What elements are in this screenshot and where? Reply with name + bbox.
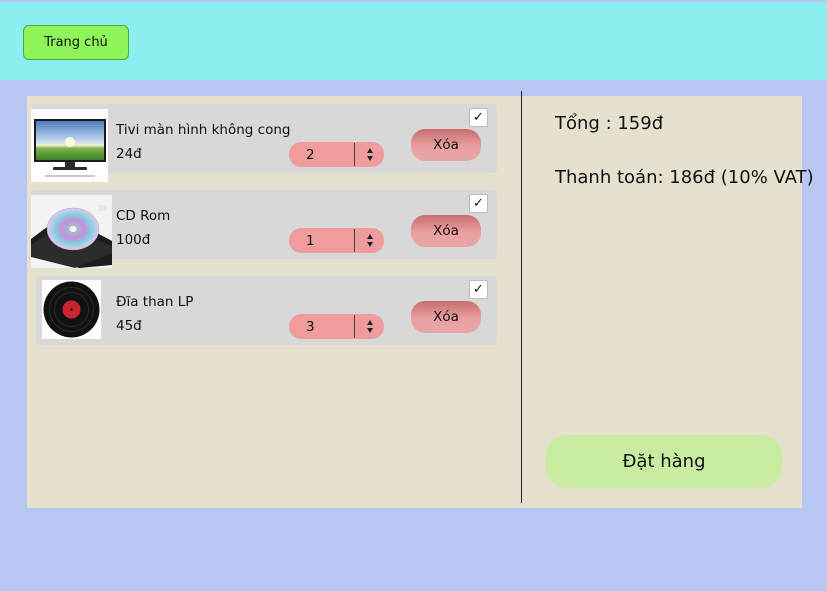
quantity-value: 3 bbox=[306, 318, 315, 335]
quantity-arrows[interactable] bbox=[355, 148, 384, 161]
delete-button[interactable]: Xóa bbox=[411, 301, 481, 333]
vinyl-record-image bbox=[42, 280, 101, 339]
quantity-stepper[interactable]: 1 bbox=[289, 228, 384, 253]
item-checkbox[interactable]: ✓ bbox=[469, 280, 488, 299]
cd-rom-image bbox=[31, 195, 112, 268]
total-amount: Tổng : 159đ bbox=[555, 113, 664, 134]
item-price: 24đ bbox=[116, 146, 142, 162]
quantity-stepper[interactable]: 3 bbox=[289, 314, 384, 339]
item-checkbox[interactable]: ✓ bbox=[469, 108, 488, 127]
delete-button[interactable]: Xóa bbox=[411, 215, 481, 247]
cart-item: Tivi màn hình không cong 24đ 2 Xóa ✓ bbox=[31, 104, 497, 182]
place-order-button[interactable]: Đặt hàng bbox=[546, 435, 782, 488]
tv-image bbox=[31, 109, 108, 182]
cart-item: CD Rom 100đ 1 Xóa ✓ bbox=[31, 190, 497, 268]
header-bar: Trang chủ bbox=[0, 2, 827, 80]
item-checkbox[interactable]: ✓ bbox=[469, 194, 488, 213]
arrow-down-icon[interactable] bbox=[366, 328, 373, 333]
quantity-arrows[interactable] bbox=[355, 234, 384, 247]
quantity-value: 2 bbox=[306, 146, 315, 163]
item-name: Tivi màn hình không cong bbox=[116, 122, 291, 138]
panel-divider bbox=[521, 91, 522, 503]
delete-button[interactable]: Xóa bbox=[411, 129, 481, 161]
cart-item: Đĩa than LP 45đ 3 Xóa ✓ bbox=[36, 276, 497, 345]
quantity-stepper[interactable]: 2 bbox=[289, 142, 384, 167]
item-price: 45đ bbox=[116, 318, 142, 334]
item-price: 100đ bbox=[116, 232, 151, 248]
quantity-value: 1 bbox=[306, 232, 315, 249]
arrow-down-icon[interactable] bbox=[366, 242, 373, 247]
arrow-down-icon[interactable] bbox=[366, 156, 373, 161]
item-name: CD Rom bbox=[116, 208, 171, 224]
payment-amount: Thanh toán: 186đ (10% VAT) bbox=[555, 167, 814, 188]
quantity-arrows[interactable] bbox=[355, 320, 384, 333]
item-name: Đĩa than LP bbox=[116, 294, 194, 310]
home-button[interactable]: Trang chủ bbox=[23, 25, 129, 60]
arrow-up-icon[interactable] bbox=[366, 320, 373, 325]
arrow-up-icon[interactable] bbox=[366, 234, 373, 239]
arrow-up-icon[interactable] bbox=[366, 148, 373, 153]
